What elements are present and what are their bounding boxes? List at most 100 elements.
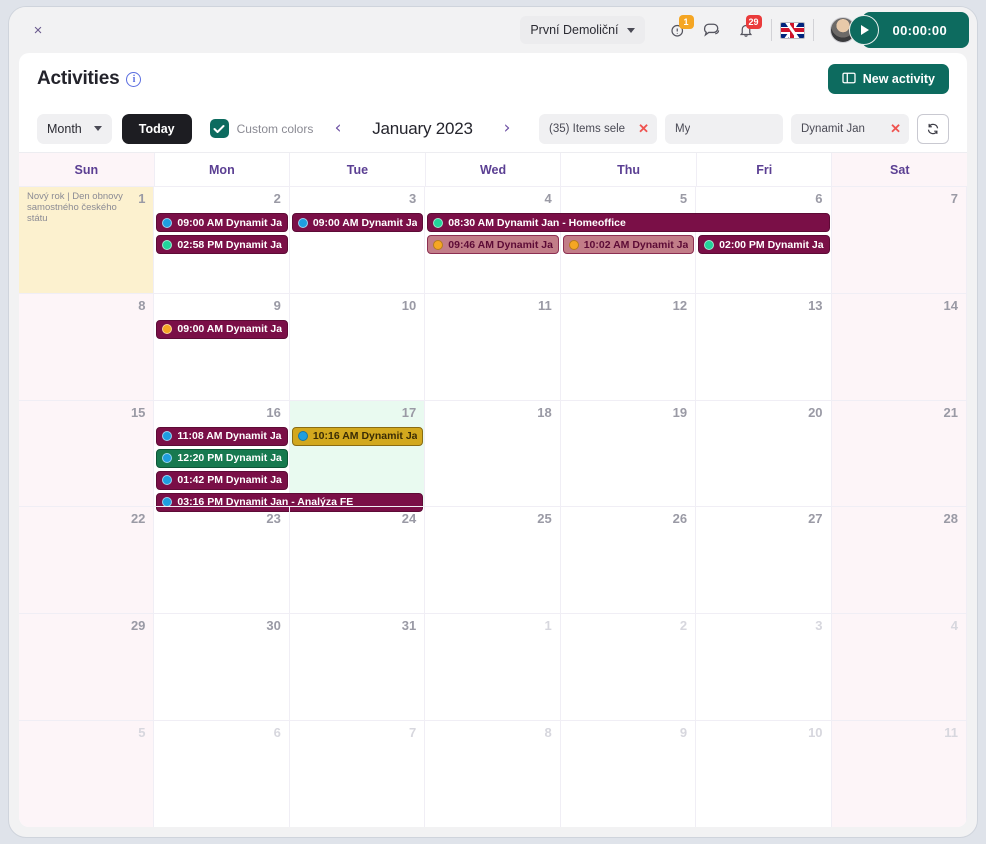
calendar-day-cell[interactable]: 14	[831, 293, 967, 400]
day-number: 4	[950, 618, 958, 634]
day-number: 3	[815, 618, 823, 634]
calendar-day-cell[interactable]: 20	[696, 400, 832, 507]
calendar-day-cell[interactable]: 26	[561, 507, 697, 614]
chat-bubble-icon[interactable]	[695, 15, 729, 45]
close-icon[interactable]: ✕	[638, 121, 649, 137]
calendar-event[interactable]: 10:02 AM Dynamit Jan	[562, 235, 695, 254]
day-number: 5	[138, 725, 146, 741]
calendar-day-cell[interactable]: 8	[19, 293, 155, 400]
alert-info-icon[interactable]: 1	[661, 15, 695, 45]
calendar-day-cell[interactable]: 3	[290, 187, 426, 293]
calendar-day-cell[interactable]: 9	[561, 721, 697, 827]
divider	[812, 19, 814, 41]
event-status-dot	[162, 475, 173, 486]
prev-month-button[interactable]: ‹	[330, 120, 346, 137]
filter-pill-user[interactable]: Dynamit Jan ✕	[791, 113, 909, 144]
day-header-sun: Sun	[19, 153, 155, 186]
calendar-event[interactable]: 09:46 AM Dynamit Jan	[427, 235, 559, 254]
calendar-day-cell[interactable]: 3	[696, 614, 832, 721]
calendar-week: Nový rok | Den obnovy samostného českého…	[19, 186, 967, 293]
day-number: 5	[679, 191, 688, 206]
today-button[interactable]: Today	[121, 113, 192, 144]
calendar-day-cell[interactable]: 4	[831, 614, 967, 721]
day-number: 11	[537, 297, 552, 313]
custom-colors-toggle[interactable]: Custom colors	[209, 119, 313, 138]
close-icon[interactable]: ×	[27, 19, 49, 41]
calendar-day-cell[interactable]: 15	[19, 400, 155, 507]
info-icon[interactable]: i	[126, 71, 142, 87]
next-month-button[interactable]: ›	[499, 120, 515, 137]
calendar-day-cell[interactable]: 9	[154, 293, 290, 400]
calendar-day-cell[interactable]: 2	[561, 614, 697, 721]
calendar-event[interactable]: 01:42 PM Dynamit Jan	[156, 470, 288, 490]
day-number: 6	[273, 725, 281, 741]
calendar-event[interactable]: 09:00 AM Dynamit Ja	[291, 213, 424, 232]
calendar-event[interactable]: 09:00 AM Dynamit Ja	[156, 319, 288, 339]
event-status-dot	[162, 239, 173, 250]
new-activity-button[interactable]: New activity	[827, 64, 949, 94]
calendar-day-cell[interactable]: 7	[831, 187, 967, 293]
filter-pills: (35) Items sele ✕ My Dynamit Jan ✕	[539, 113, 949, 144]
filter-pill-my[interactable]: My	[665, 113, 783, 144]
app-window: × První Demoliční 1 29 00:00:00 Activiti…	[8, 6, 978, 838]
calendar-day-cell[interactable]: 7	[290, 721, 426, 827]
calendar-day-cell[interactable]: 10	[696, 721, 832, 827]
event-label: 10:16 AM Dynamit Jan	[312, 430, 418, 443]
calendar-day-cell[interactable]: 5	[19, 721, 155, 827]
uk-flag-icon[interactable]	[779, 21, 805, 39]
event-label: 01:42 PM Dynamit Jan	[177, 474, 282, 487]
day-header-tue: Tue	[290, 153, 426, 186]
calendar-day-cell[interactable]: 21	[831, 400, 967, 507]
calendar-day-cell[interactable]: 29	[19, 614, 155, 721]
day-header-fri: Fri	[697, 153, 833, 186]
refresh-icon[interactable]	[917, 113, 949, 144]
calendar-day-cell[interactable]: 24	[290, 507, 426, 614]
filter-pill-items[interactable]: (35) Items sele ✕	[539, 113, 657, 144]
calendar-day-cell[interactable]: Nový rok | Den obnovy samostného českého…	[19, 187, 155, 293]
calendar-event[interactable]: 02:00 PM Dynamit Jan	[698, 235, 830, 254]
event-label: 09:00 AM Dynamit Ja	[312, 216, 418, 229]
calendar-day-cell[interactable]: 11	[831, 721, 967, 827]
calendar-event[interactable]: 10:16 AM Dynamit Jan	[291, 426, 424, 446]
checkbox-checked-icon[interactable]	[209, 119, 229, 138]
bell-notification-icon[interactable]: 29	[729, 15, 763, 45]
calendar-day-cell[interactable]: 13	[696, 293, 832, 400]
calendar-day-cell[interactable]: 8	[425, 721, 561, 827]
calendar-day-cell[interactable]: 19	[561, 400, 697, 507]
calendar-day-cell[interactable]: 30	[154, 614, 290, 721]
day-number: 17	[401, 404, 417, 420]
event-label: 08:30 AM Dynamit Jan - Homeoffice	[448, 216, 626, 229]
calendar-day-cell[interactable]: 11	[425, 293, 561, 400]
view-mode-label: Month	[47, 121, 82, 136]
day-number: 31	[401, 618, 417, 634]
calendar-event[interactable]: 08:30 AM Dynamit Jan - Homeoffice	[427, 213, 830, 232]
company-selector[interactable]: První Demoliční	[520, 16, 645, 44]
calendar-day-cell[interactable]: 12	[561, 293, 697, 400]
calendar-event[interactable]: 09:00 AM Dynamit Ja	[156, 213, 288, 232]
day-number: 30	[266, 618, 281, 634]
calendar-event[interactable]: 02:58 PM Dynamit Jan	[156, 235, 288, 254]
day-number: 27	[808, 511, 823, 527]
calendar-day-cell[interactable]: 17	[289, 400, 426, 507]
event-label: 02:00 PM Dynamit Jan	[719, 238, 824, 251]
calendar-day-cell[interactable]: 28	[831, 507, 967, 614]
calendar-day-cell[interactable]: 22	[19, 507, 155, 614]
calendar-day-cell[interactable]: 23	[154, 507, 290, 614]
calendar-day-cell[interactable]: 1	[425, 614, 561, 721]
page-title: Activities	[37, 68, 120, 89]
calendar-day-cell[interactable]: 25	[425, 507, 561, 614]
view-mode-select[interactable]: Month	[37, 113, 112, 144]
calendar-day-cell[interactable]: 18	[425, 400, 561, 507]
calendar-day-cell[interactable]: 31	[290, 614, 426, 721]
calendar-day-cell[interactable]: 27	[696, 507, 832, 614]
close-icon[interactable]: ✕	[890, 121, 901, 137]
current-month-label: January 2023	[372, 118, 473, 138]
calendar-event[interactable]: 11:08 AM Dynamit Jan	[156, 426, 288, 446]
day-number: 10	[808, 725, 823, 741]
calendar-event[interactable]: 12:20 PM Dynamit Jan	[156, 448, 288, 468]
calendar-day-cell[interactable]: 6	[154, 721, 290, 827]
play-icon[interactable]	[848, 15, 879, 45]
day-number: 15	[130, 404, 146, 420]
page-header: Activities i New activity	[19, 53, 967, 105]
calendar-day-cell[interactable]: 10	[290, 293, 426, 400]
